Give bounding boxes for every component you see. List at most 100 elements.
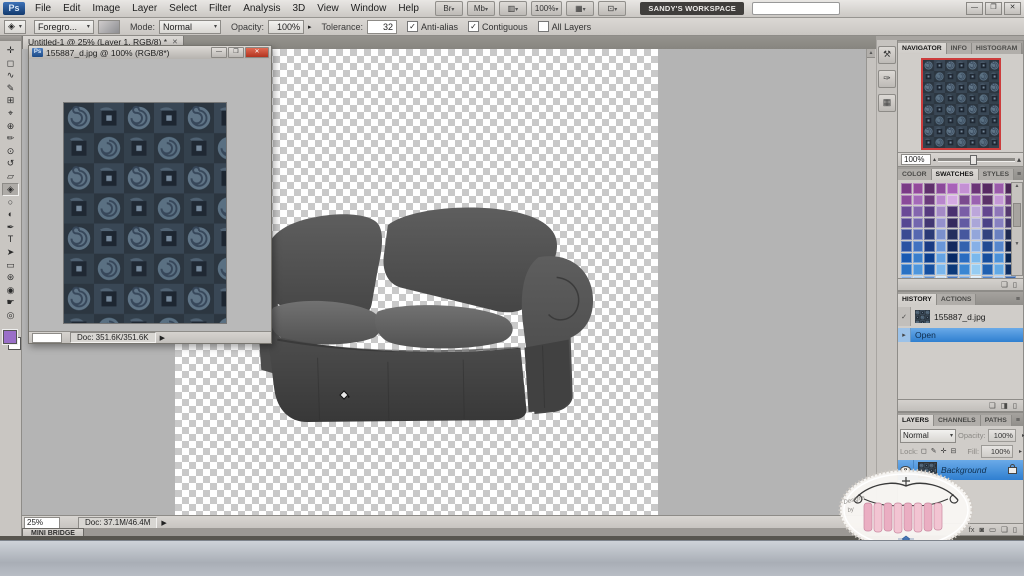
menu-3d[interactable]: 3D bbox=[286, 1, 311, 17]
color-swatch[interactable] bbox=[971, 195, 982, 206]
color-swatch[interactable] bbox=[994, 253, 1005, 264]
swatches-scrollbar[interactable]: ▲ ▼ bbox=[1011, 182, 1023, 276]
color-swatch[interactable] bbox=[913, 195, 924, 206]
floating-window-body[interactable] bbox=[29, 59, 271, 331]
panel-menu-icon[interactable]: ≡ bbox=[1013, 417, 1023, 426]
tolerance-input[interactable]: 32 bbox=[367, 20, 397, 34]
clone-stamp-tool[interactable]: ⊙ bbox=[2, 145, 19, 158]
panel-menu-icon[interactable]: ≡ bbox=[1013, 296, 1023, 305]
new-layer-icon[interactable]: ❏ bbox=[1001, 525, 1008, 534]
tab-swatches[interactable]: SWATCHES bbox=[932, 169, 979, 180]
layer-mask-icon[interactable]: ◙ bbox=[980, 525, 985, 534]
tab-info[interactable]: INFO bbox=[947, 43, 972, 54]
color-swatch[interactable] bbox=[947, 241, 958, 252]
new-document-from-state-icon[interactable]: ❏ bbox=[989, 401, 996, 410]
menu-view[interactable]: View bbox=[311, 1, 345, 17]
layer-fill-input[interactable]: 100% bbox=[981, 445, 1013, 458]
workspace-button[interactable]: SANDY'S WORKSPACE bbox=[640, 2, 744, 15]
opacity-slider-arrow[interactable]: ▸ bbox=[308, 23, 312, 31]
layer-visibility-toggle[interactable] bbox=[898, 460, 914, 480]
new-snapshot-icon[interactable]: ◨ bbox=[1001, 401, 1008, 410]
layer-group-icon[interactable]: ▭ bbox=[989, 525, 996, 534]
lock-all-icon[interactable]: ⊟ bbox=[951, 447, 957, 455]
close-button[interactable]: ✕ bbox=[1004, 2, 1021, 15]
opacity-input[interactable]: 100% bbox=[268, 20, 304, 34]
menu-filter[interactable]: Filter bbox=[203, 1, 237, 17]
color-swatch[interactable] bbox=[901, 241, 912, 252]
color-swatch[interactable] bbox=[913, 241, 924, 252]
launch-mini-bridge-button[interactable]: Mb▾ bbox=[467, 1, 495, 16]
tab-actions[interactable]: ACTIONS bbox=[937, 294, 977, 305]
color-swatch[interactable] bbox=[913, 253, 924, 264]
delete-swatch-icon[interactable]: ▯ bbox=[1013, 280, 1017, 289]
color-swatch[interactable] bbox=[971, 253, 982, 264]
tab-histogram[interactable]: HISTOGRAM bbox=[972, 43, 1022, 54]
color-swatch[interactable] bbox=[971, 241, 982, 252]
new-swatch-icon[interactable]: ❏ bbox=[1001, 280, 1008, 289]
lock-pixels-icon[interactable]: ✎ bbox=[931, 447, 937, 455]
color-swatch[interactable] bbox=[901, 183, 912, 194]
scrollbar-thumb[interactable] bbox=[1013, 203, 1021, 227]
zoom-percent-input[interactable]: 25% bbox=[24, 517, 60, 529]
color-swatch[interactable] bbox=[947, 195, 958, 206]
brush-tool[interactable]: ✏ bbox=[2, 132, 19, 145]
pattern-swatch[interactable] bbox=[98, 20, 120, 34]
color-swatch[interactable] bbox=[994, 264, 1005, 275]
float-zoom-input[interactable] bbox=[32, 333, 62, 343]
color-swatch[interactable] bbox=[901, 206, 912, 217]
scroll-up-icon[interactable]: ▲ bbox=[1012, 183, 1022, 189]
checkbox-all-layers[interactable]: All Layers bbox=[538, 21, 592, 32]
menu-help[interactable]: Help bbox=[392, 1, 425, 17]
lasso-tool[interactable]: ∿ bbox=[2, 69, 19, 82]
history-brush-tool[interactable]: ↺ bbox=[2, 157, 19, 170]
color-swatch[interactable] bbox=[947, 264, 958, 275]
color-swatch[interactable] bbox=[947, 253, 958, 264]
color-swatch[interactable] bbox=[924, 218, 935, 229]
color-swatch[interactable] bbox=[971, 229, 982, 240]
color-swatch[interactable] bbox=[947, 229, 958, 240]
path-selection-tool[interactable]: ➤ bbox=[2, 246, 19, 259]
color-swatch[interactable] bbox=[924, 253, 935, 264]
color-swatch[interactable] bbox=[982, 218, 993, 229]
lock-transparency-icon[interactable]: ◻ bbox=[921, 447, 927, 455]
blur-tool[interactable]: ○ bbox=[2, 196, 19, 209]
color-swatch[interactable] bbox=[971, 206, 982, 217]
screen-mode-button[interactable]: ⊡▾ bbox=[598, 1, 626, 16]
checkbox-anti-alias[interactable]: ✓Anti-alias bbox=[407, 21, 458, 32]
scroll-up-icon[interactable]: ▲ bbox=[867, 49, 875, 58]
arrange-documents-button[interactable]: ▦▾ bbox=[566, 1, 594, 16]
pen-tool[interactable]: ✒ bbox=[2, 221, 19, 234]
color-swatch[interactable] bbox=[947, 218, 958, 229]
color-swatch[interactable] bbox=[924, 241, 935, 252]
delete-state-icon[interactable]: ▯ bbox=[1013, 401, 1017, 410]
zoom-slider-handle[interactable] bbox=[970, 155, 977, 165]
3d-orbit-tool[interactable]: ◉ bbox=[2, 284, 19, 297]
color-swatch[interactable] bbox=[971, 264, 982, 275]
color-swatch[interactable] bbox=[913, 264, 924, 275]
color-swatch[interactable] bbox=[924, 229, 935, 240]
menu-file[interactable]: File bbox=[29, 1, 57, 17]
color-swatch[interactable] bbox=[971, 183, 982, 194]
color-swatch[interactable] bbox=[901, 253, 912, 264]
color-swatch[interactable] bbox=[936, 206, 947, 217]
menu-analysis[interactable]: Analysis bbox=[237, 1, 286, 17]
color-swatch[interactable] bbox=[982, 241, 993, 252]
float-close-button[interactable]: ✕ bbox=[245, 47, 269, 58]
color-swatch[interactable] bbox=[901, 195, 912, 206]
color-swatch[interactable] bbox=[959, 253, 970, 264]
lock-position-icon[interactable]: ✛ bbox=[941, 447, 947, 455]
foreground-color-swatch[interactable] bbox=[3, 330, 17, 344]
launch-bridge-button[interactable]: Br▾ bbox=[435, 1, 463, 16]
color-swatch[interactable] bbox=[936, 229, 947, 240]
color-swatch[interactable] bbox=[959, 195, 970, 206]
color-swatch[interactable] bbox=[913, 206, 924, 217]
color-swatch[interactable] bbox=[994, 183, 1005, 194]
tab-styles[interactable]: STYLES bbox=[979, 169, 1014, 180]
color-swatch[interactable] bbox=[901, 218, 912, 229]
menu-edit[interactable]: Edit bbox=[57, 1, 86, 17]
tab-history[interactable]: HISTORY bbox=[898, 294, 937, 305]
menu-image[interactable]: Image bbox=[86, 1, 126, 17]
color-swatch[interactable] bbox=[994, 229, 1005, 240]
color-swatch[interactable] bbox=[959, 206, 970, 217]
color-swatch[interactable] bbox=[936, 183, 947, 194]
